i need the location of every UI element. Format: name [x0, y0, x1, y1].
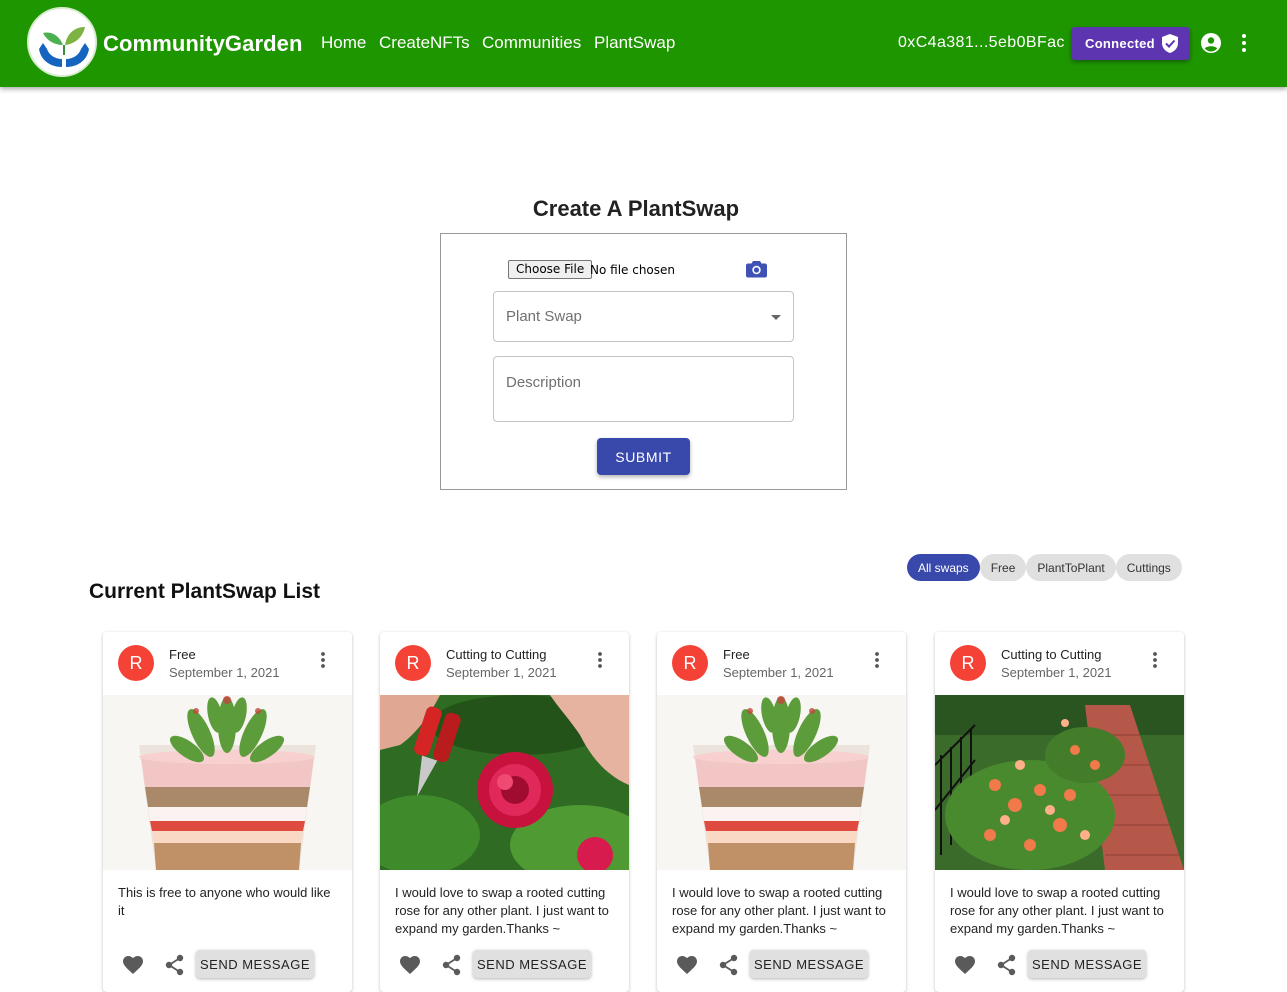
more-vert-icon[interactable] — [1236, 33, 1252, 53]
brand-title[interactable]: CommunityGarden — [103, 31, 303, 57]
share-icon[interactable] — [719, 954, 739, 976]
favorite-icon[interactable] — [954, 955, 976, 975]
card-actions: SEND MESSAGE — [103, 948, 352, 988]
avatar: R — [395, 645, 431, 681]
succulent-image — [103, 695, 352, 870]
send-message-button[interactable]: SEND MESSAGE — [196, 950, 314, 978]
wallet-address: 0xC4a381...5eb0BFac — [898, 34, 1065, 51]
card-description: I would love to swap a rooted cutting ro… — [950, 885, 1164, 936]
description-input[interactable]: Description — [493, 356, 794, 422]
dropdown-arrow-icon — [771, 315, 781, 320]
card-date: September 1, 2021 — [446, 665, 557, 680]
nav-plantswap[interactable]: PlantSwap — [594, 33, 675, 53]
avatar: R — [950, 645, 986, 681]
app-bar: CommunityGarden Home CreateNFTs Communit… — [0, 0, 1287, 87]
filter-chips: All swaps Free PlantToPlant Cuttings — [907, 554, 1182, 581]
card-date: September 1, 2021 — [723, 665, 834, 680]
card-actions: SEND MESSAGE — [935, 948, 1184, 988]
more-vert-icon[interactable] — [313, 650, 333, 670]
community-garden-logo[interactable] — [27, 7, 97, 77]
select-placeholder: Plant Swap — [506, 308, 582, 325]
favorite-icon[interactable] — [676, 955, 698, 975]
card-actions: SEND MESSAGE — [657, 948, 906, 988]
filter-plant-to-plant[interactable]: PlantToPlant — [1026, 554, 1116, 581]
card-description: This is free to anyone who would like it — [118, 885, 331, 918]
send-message-button[interactable]: SEND MESSAGE — [473, 950, 591, 978]
filter-cuttings[interactable]: Cuttings — [1115, 554, 1182, 581]
favorite-icon[interactable] — [399, 955, 421, 975]
nav-communities[interactable]: Communities — [482, 33, 581, 53]
camera-icon[interactable] — [746, 260, 767, 278]
plant-swap-select[interactable]: Plant Swap — [493, 291, 794, 342]
card-date: September 1, 2021 — [1001, 665, 1112, 680]
card-date: September 1, 2021 — [169, 665, 280, 680]
connected-label: Connected — [1085, 36, 1155, 51]
share-icon[interactable] — [165, 954, 185, 976]
share-icon[interactable] — [997, 954, 1017, 976]
list-title: Current PlantSwap List — [89, 580, 321, 603]
send-message-button[interactable]: SEND MESSAGE — [750, 950, 868, 978]
form-title: Create A PlantSwap — [532, 196, 740, 221]
nav-createnfts[interactable]: CreateNFTs — [379, 33, 470, 53]
send-message-button[interactable]: SEND MESSAGE — [1028, 950, 1146, 978]
avatar: R — [118, 645, 154, 681]
file-status: No file chosen — [590, 263, 676, 277]
connected-button[interactable]: Connected — [1071, 27, 1190, 60]
choose-file-button[interactable]: Choose File — [508, 260, 593, 279]
rose-garden-image — [935, 695, 1184, 870]
swap-card: R Free September 1, 2021 — [657, 632, 906, 992]
filter-all-swaps[interactable]: All swaps — [907, 554, 980, 581]
avatar: R — [672, 645, 708, 681]
card-title: Cutting to Cutting — [1001, 647, 1102, 662]
more-vert-icon[interactable] — [1145, 650, 1165, 670]
succulent-image — [657, 695, 906, 870]
verified-shield-icon — [1162, 34, 1178, 53]
card-description: I would love to swap a rooted cutting ro… — [672, 885, 886, 936]
card-description: I would love to swap a rooted cutting ro… — [395, 885, 609, 936]
more-vert-icon[interactable] — [590, 650, 610, 670]
favorite-icon[interactable] — [122, 955, 144, 975]
account-circle-icon[interactable] — [1201, 33, 1221, 53]
card-title: Free — [169, 647, 196, 662]
card-actions: SEND MESSAGE — [380, 948, 629, 988]
card-title: Cutting to Cutting — [446, 647, 547, 662]
submit-button[interactable]: SUBMIT — [597, 438, 690, 475]
swap-card: R Cutting to Cutting September 1, 2021 I… — [380, 632, 629, 992]
pruning-rose-image — [380, 695, 629, 870]
nav-home[interactable]: Home — [321, 33, 366, 53]
swap-card: R Cutting to Cutting September 1, 2021 I… — [935, 632, 1184, 992]
card-title: Free — [723, 647, 750, 662]
share-icon[interactable] — [442, 954, 462, 976]
swap-card: R Free September 1, 2021 — [103, 632, 352, 992]
description-placeholder: Description — [506, 374, 582, 391]
more-vert-icon[interactable] — [867, 650, 887, 670]
filter-free[interactable]: Free — [979, 554, 1027, 581]
